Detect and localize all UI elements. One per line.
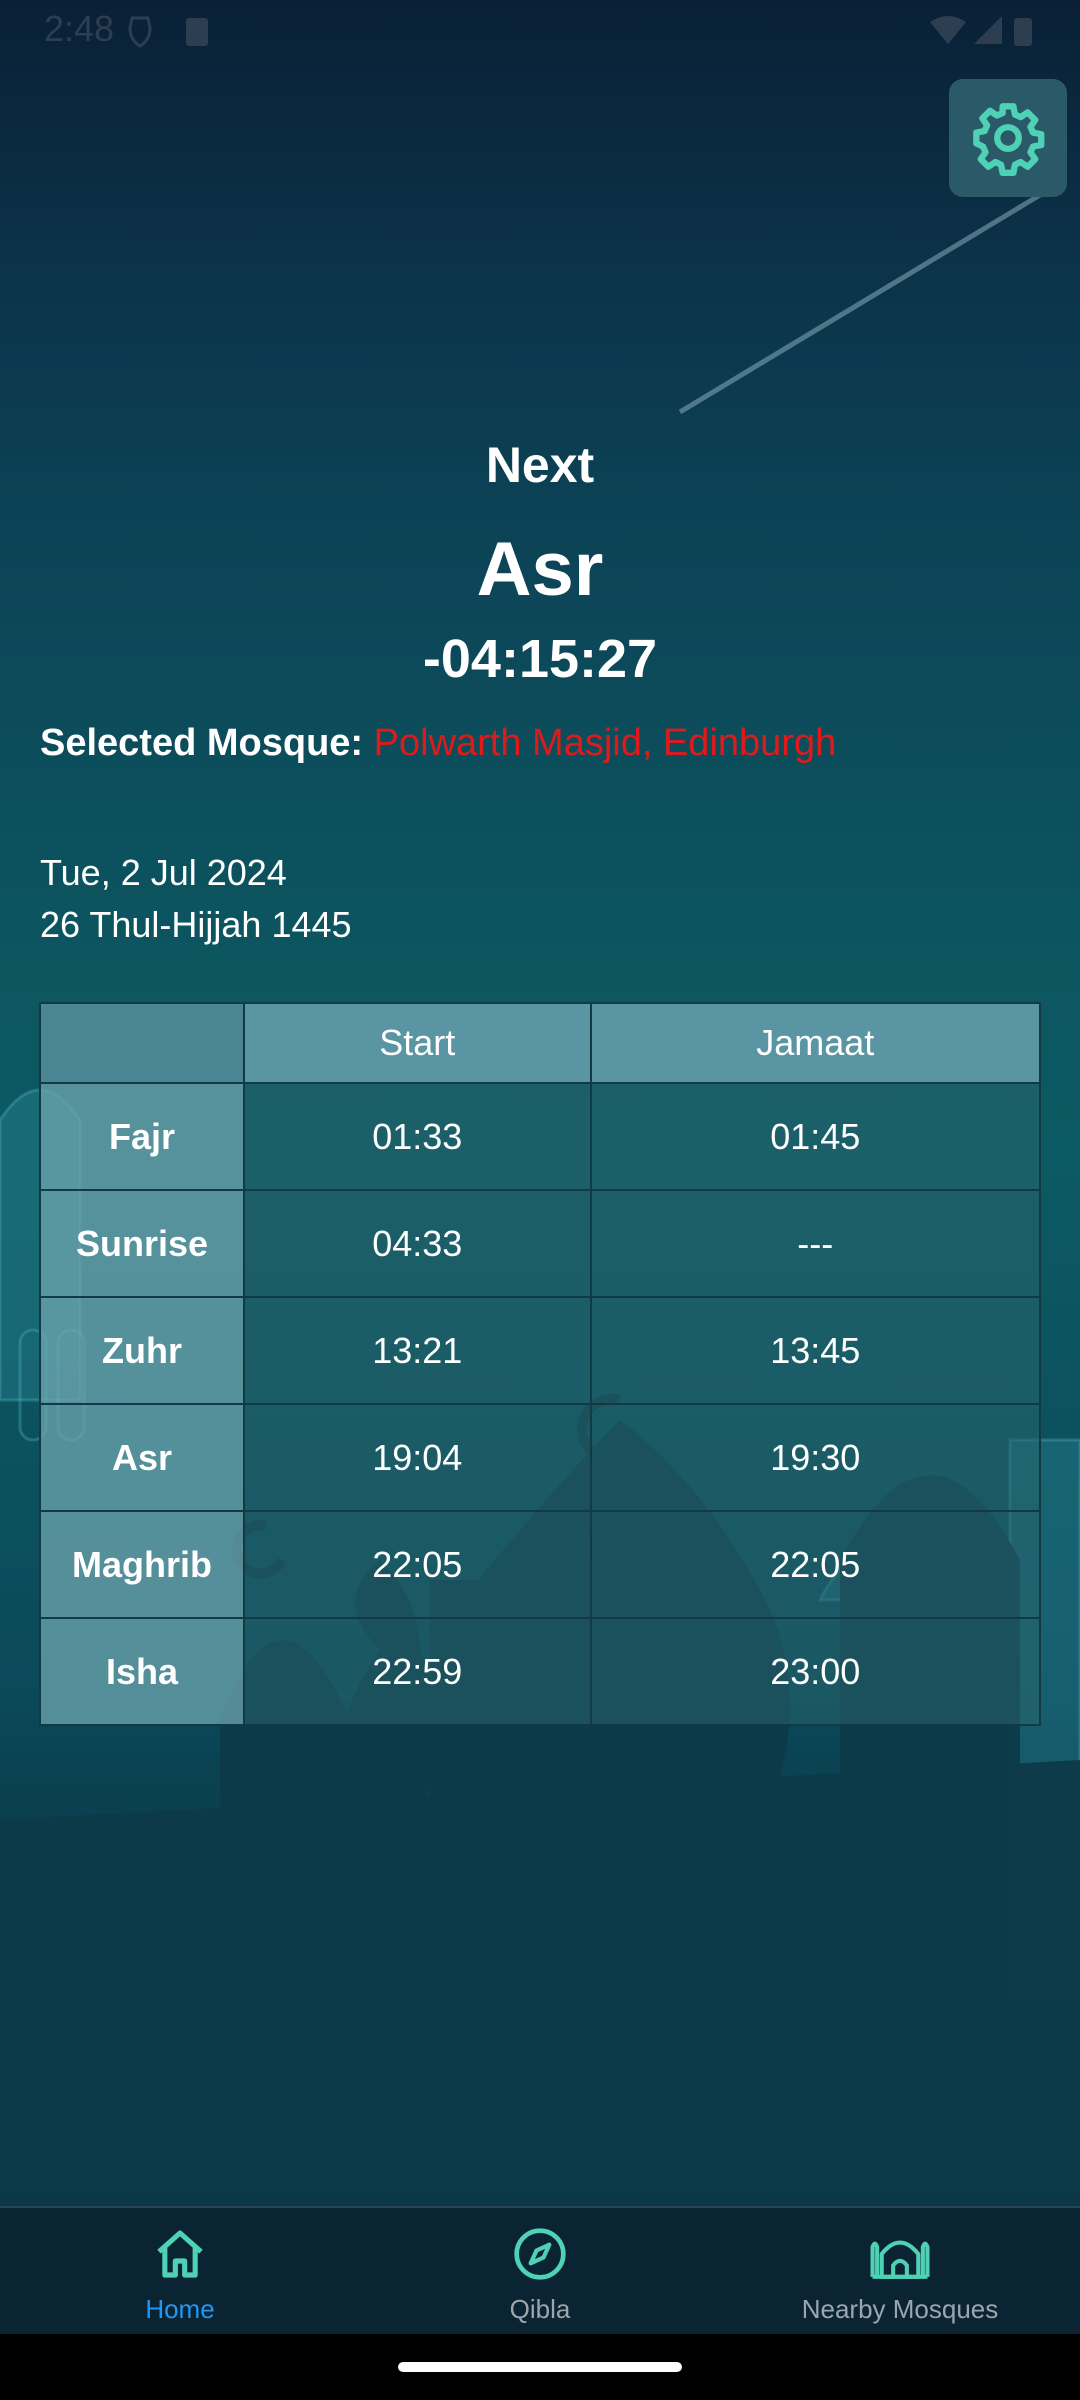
prayer-name: Sunrise [39, 1189, 245, 1298]
prayer-start-time: 13:21 [243, 1296, 592, 1405]
prayer-jamaat-time: 19:30 [589, 1403, 1041, 1512]
prayer-start-time: 22:05 [243, 1510, 592, 1619]
selected-mosque-name[interactable]: Polwarth Masjid, Edinburgh [374, 722, 837, 764]
prayer-name: Isha [39, 1617, 245, 1726]
prayer-jamaat-time: 13:45 [589, 1296, 1041, 1405]
table-row: Maghrib 22:05 22:05 [39, 1510, 1041, 1619]
home-icon [157, 2230, 203, 2278]
status-bar: 2:48 [0, 0, 1080, 64]
home-gesture-handle[interactable] [398, 2362, 682, 2372]
gesture-navigation-bar [0, 2334, 1080, 2400]
prayer-jamaat-time: 01:45 [589, 1082, 1041, 1191]
nav-qibla[interactable]: Qibla [360, 2208, 720, 2336]
nav-qibla-label: Qibla [509, 2294, 571, 2324]
table-header-jamaat: Jamaat [589, 1002, 1041, 1084]
prayer-jamaat-time: 23:00 [589, 1617, 1041, 1726]
prayer-start-time: 19:04 [243, 1403, 592, 1512]
table-row: Asr 19:04 19:30 [39, 1403, 1041, 1512]
nav-nearby-mosques-label: Nearby Mosques [801, 2294, 999, 2324]
table-header-blank [39, 1002, 245, 1084]
nav-home[interactable]: Home [0, 2208, 360, 2336]
table-row: Zuhr 13:21 13:45 [39, 1296, 1041, 1405]
prayer-name: Fajr [39, 1082, 245, 1191]
prayer-name: Maghrib [39, 1510, 245, 1619]
prayer-times-table: Start Jamaat Fajr 01:33 01:45 Sunrise 04… [39, 1002, 1041, 1726]
table-row: Fajr 01:33 01:45 [39, 1082, 1041, 1191]
prayer-start-time: 22:59 [243, 1617, 592, 1726]
settings-button[interactable] [949, 79, 1067, 197]
table-header-row: Start Jamaat [39, 1002, 1041, 1084]
next-prayer-countdown: -04:15:27 [422, 629, 658, 689]
bottom-navigation: Home Qibla Nearby Mosques [0, 2206, 1080, 2336]
hijri-date: 26 Thul-Hijjah 1445 [40, 904, 352, 945]
next-label: Next [485, 437, 595, 493]
status-system-icons [930, 16, 1032, 46]
selected-mosque-label: Selected Mosque: [40, 722, 364, 764]
prayer-name: Zuhr [39, 1296, 245, 1405]
prayer-jamaat-time: 22:05 [589, 1510, 1041, 1619]
compass-icon [514, 2228, 566, 2280]
prayer-name: Asr [39, 1403, 245, 1512]
selected-mosque[interactable]: Selected Mosque: Polwarth Masjid, Edinbu… [40, 722, 836, 765]
prayer-start-time: 04:33 [243, 1189, 592, 1298]
mosque-icon [870, 2240, 930, 2279]
gregorian-date: Tue, 2 Jul 2024 [40, 852, 287, 893]
nav-nearby-mosques[interactable]: Nearby Mosques [720, 2208, 1080, 2336]
nav-home-label: Home [145, 2294, 215, 2324]
table-row: Isha 22:59 23:00 [39, 1617, 1041, 1726]
gear-icon [973, 103, 1045, 176]
table-row: Sunrise 04:33 --- [39, 1189, 1041, 1298]
prayer-start-time: 01:33 [243, 1082, 592, 1191]
status-time: 2:48 [44, 8, 115, 49]
status-notification-icons [128, 16, 208, 48]
table-header-start: Start [243, 1002, 592, 1084]
prayer-jamaat-time: --- [589, 1189, 1041, 1298]
next-prayer-name: Asr [476, 527, 604, 612]
